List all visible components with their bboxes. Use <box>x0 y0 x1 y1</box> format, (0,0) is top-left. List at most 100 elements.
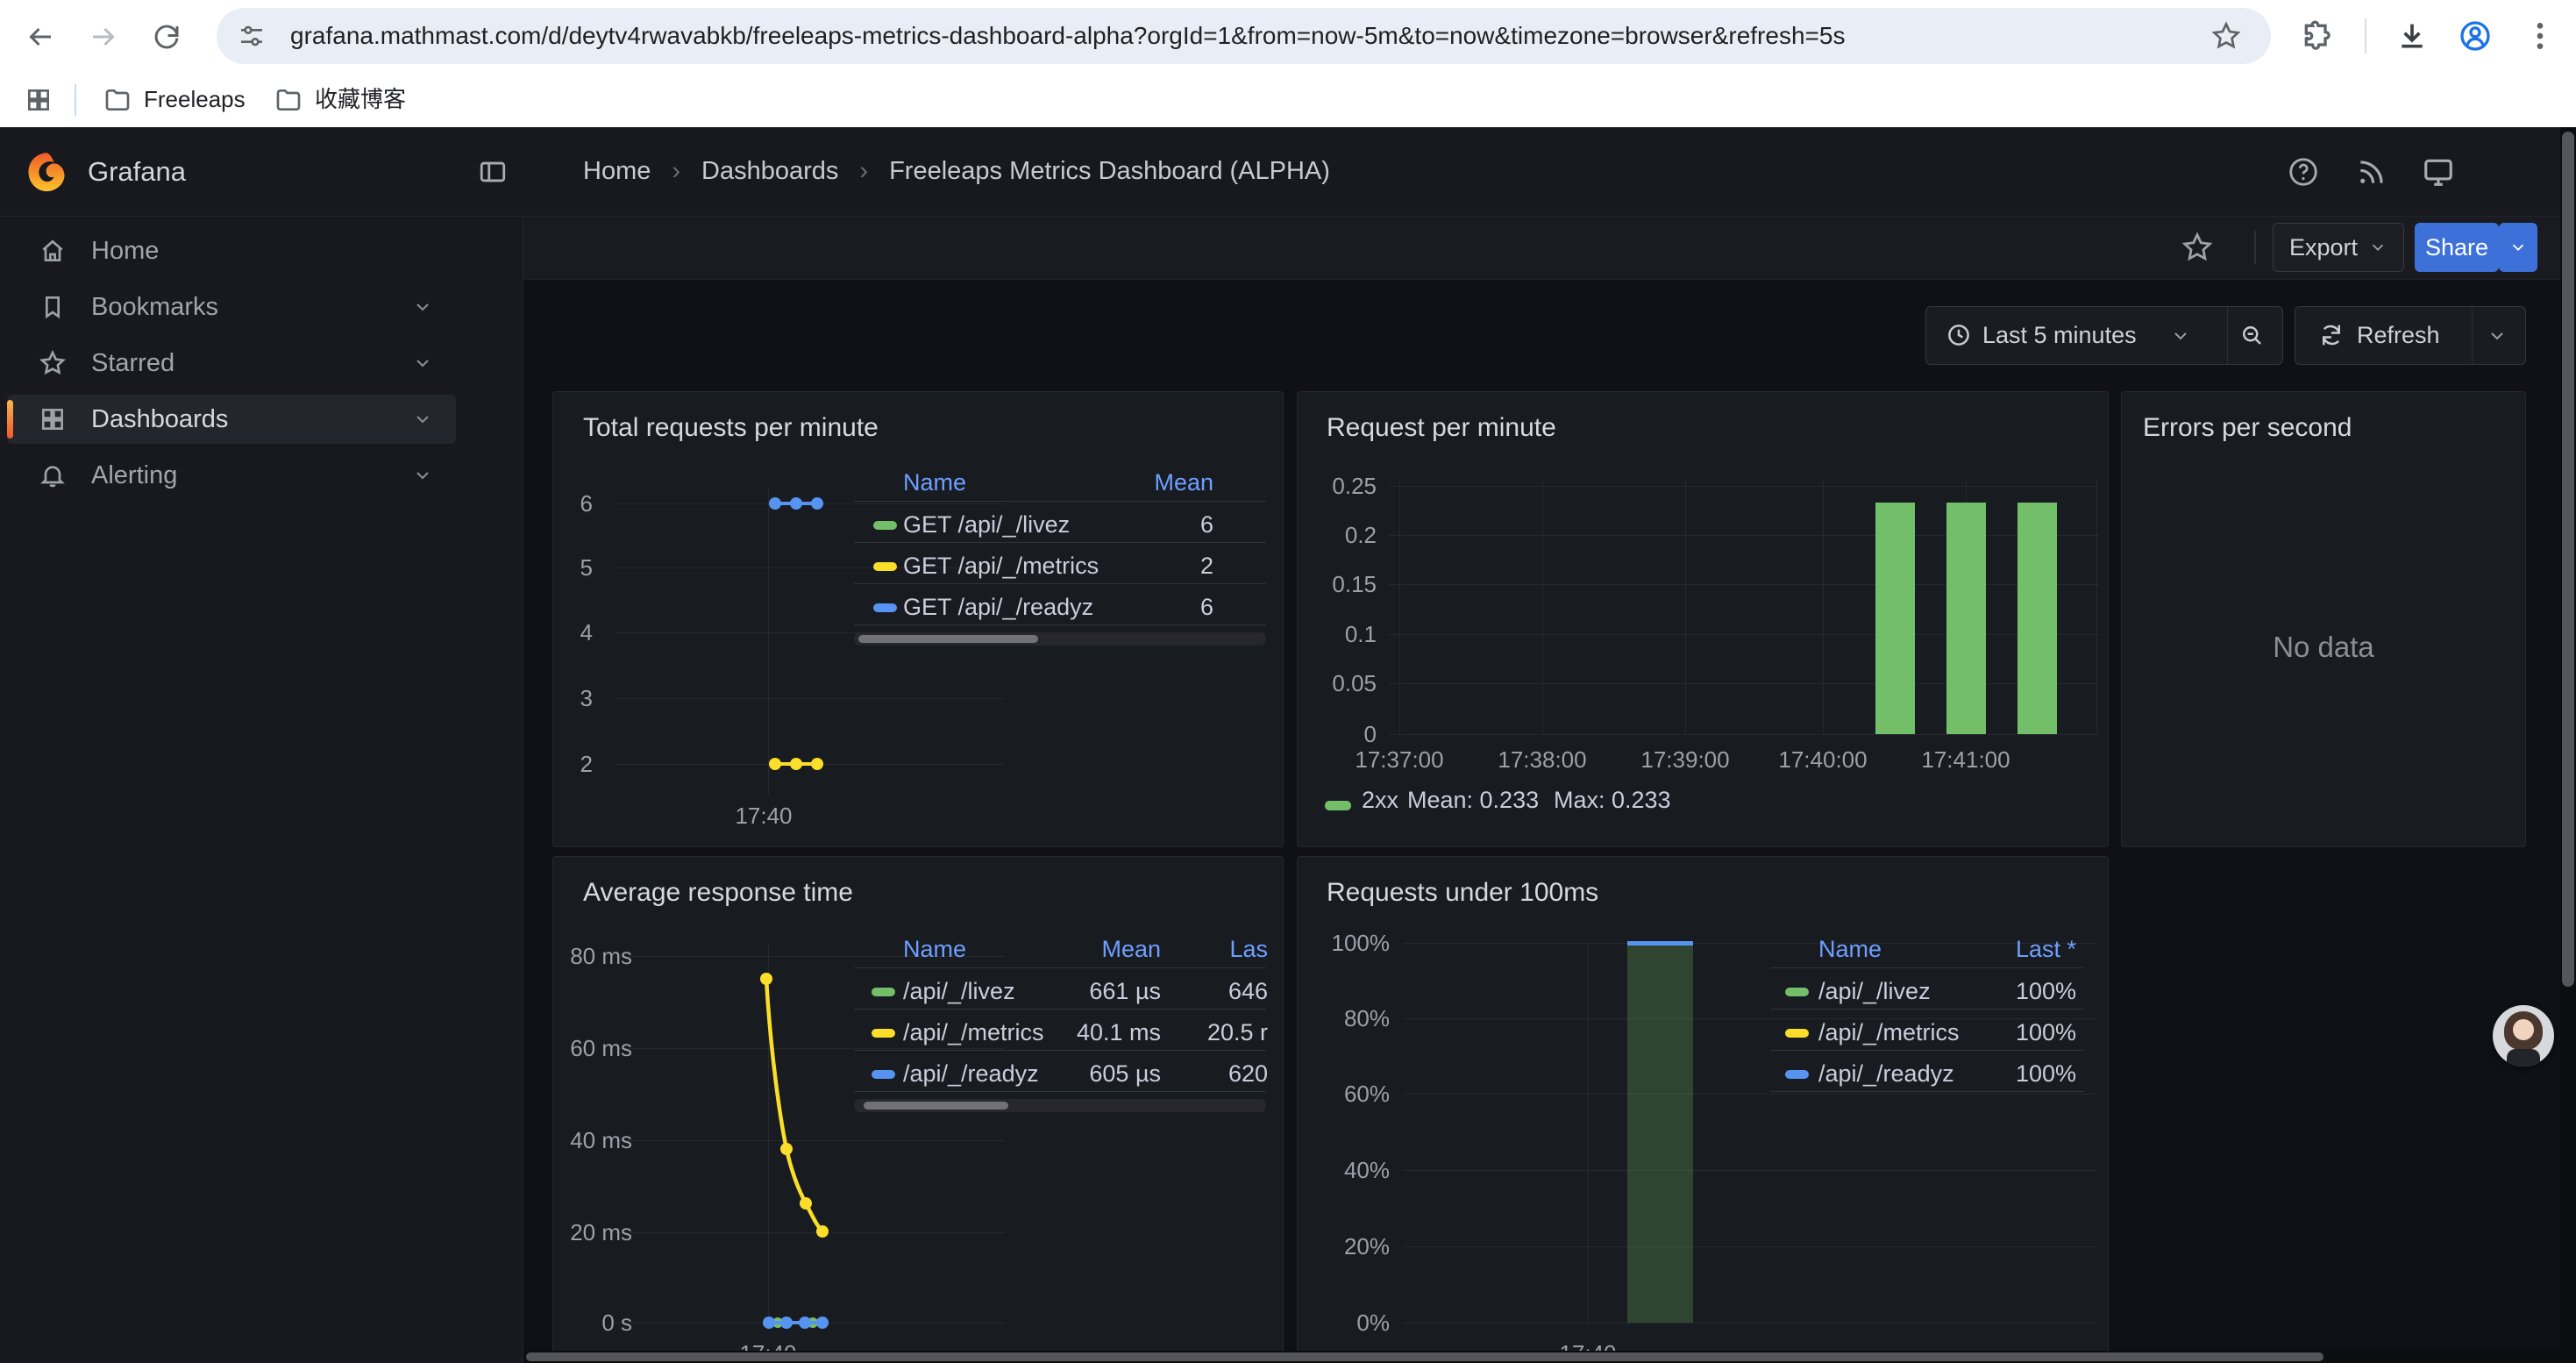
news-rss-icon[interactable] <box>2355 155 2388 189</box>
chevron-down-icon[interactable] <box>412 296 433 318</box>
chevron-down-icon[interactable] <box>412 353 433 374</box>
share-menu-button[interactable] <box>2499 223 2537 272</box>
group-divider <box>2472 307 2473 364</box>
legend-header-name[interactable]: Name <box>1818 938 1882 961</box>
share-button[interactable]: Share <box>2415 223 2499 272</box>
grafana-logo-icon[interactable] <box>25 150 68 194</box>
legend-name[interactable]: 2xx <box>1362 789 1398 812</box>
y-tick: 0.05 <box>1298 672 1377 695</box>
bookmark-folder-freeleaps[interactable]: Freeleaps <box>103 72 246 127</box>
legend-name[interactable]: GET /api/_/metrics <box>903 554 1099 578</box>
x-tick: 17:40 <box>724 804 803 827</box>
x-tick: 17:40:00 <box>1761 748 1884 771</box>
sidebar-item-bookmarks[interactable]: Bookmarks <box>7 282 456 332</box>
y-tick: 60% <box>1298 1082 1390 1105</box>
horizontal-scrollbar-thumb[interactable] <box>526 1352 2323 1361</box>
legend-header-mean[interactable]: Mean <box>1044 938 1161 961</box>
apps-grid-icon[interactable] <box>25 86 53 114</box>
zoom-out-icon[interactable] <box>2238 322 2265 348</box>
legend-mean-value: 605 µs <box>1044 1062 1161 1086</box>
legend-name[interactable]: /api/_/metrics <box>1818 1021 1960 1045</box>
legend-scrollbar-thumb[interactable] <box>864 1102 1008 1110</box>
chevron-down-icon[interactable] <box>2487 325 2508 346</box>
panel-title[interactable]: Requests under 100ms <box>1327 878 1598 908</box>
legend-header-name[interactable]: Name <box>903 938 966 961</box>
legend-scrollbar[interactable] <box>854 1099 1266 1112</box>
bookmark-folder-blogs[interactable]: 收藏博客 <box>274 72 406 127</box>
legend-name[interactable]: GET /api/_/livez <box>903 513 1070 537</box>
legend-header-name[interactable]: Name <box>903 471 966 495</box>
legend-scrollbar-thumb[interactable] <box>858 635 1038 643</box>
gridline <box>1389 683 2099 684</box>
legend-header-mean[interactable]: Mean <box>1106 471 1213 495</box>
panel-requests-under-100ms[interactable]: Requests under 100ms 100% 80% 60% 40% 20… <box>1297 856 2109 1363</box>
panel-request-per-minute[interactable]: Request per minute 0.25 0.2 0.15 0.1 0.0… <box>1297 391 2109 847</box>
gridline <box>1403 1323 2096 1324</box>
breadcrumb-separator: › <box>672 157 680 186</box>
browser-menu-icon[interactable] <box>2523 18 2558 54</box>
vertical-scrollbar-thumb[interactable] <box>2562 132 2574 987</box>
legend-name[interactable]: /api/_/livez <box>1818 980 1931 1003</box>
data-point <box>811 497 823 510</box>
chevron-down-icon[interactable] <box>2170 325 2191 346</box>
breadcrumb-dashboards[interactable]: Dashboards <box>701 157 838 186</box>
help-icon[interactable] <box>2287 155 2320 189</box>
x-tick: 17:37:00 <box>1338 748 1461 771</box>
breadcrumb: Home › Dashboards › Freeleaps Metrics Da… <box>583 127 1330 216</box>
site-settings-icon[interactable] <box>238 22 266 50</box>
y-tick: 4 <box>553 621 593 644</box>
gridline <box>1389 734 2099 735</box>
gridline <box>1685 479 1686 734</box>
legend-divider <box>1770 1050 2084 1051</box>
refresh-icon[interactable] <box>2318 322 2345 348</box>
reload-icon[interactable] <box>151 21 182 53</box>
series-color-pill <box>872 988 895 996</box>
favorite-star-icon[interactable] <box>2181 231 2214 264</box>
legend-last-value: 620 <box>1176 1062 1268 1086</box>
floating-assistant-avatar[interactable] <box>2493 1005 2554 1067</box>
legend-scrollbar[interactable] <box>854 632 1266 646</box>
panel-total-requests[interactable]: Total requests per minute 6 5 4 3 2 17:4… <box>552 391 1284 847</box>
export-button[interactable]: Export <box>2273 223 2404 272</box>
legend-value: 100% <box>1964 1021 2076 1045</box>
bookmark-star-icon[interactable] <box>2210 20 2242 52</box>
collapse-sidebar-icon[interactable] <box>478 157 508 187</box>
breadcrumb-home[interactable]: Home <box>583 157 651 186</box>
brand-label[interactable]: Grafana <box>88 156 186 188</box>
url-bar[interactable]: grafana.mathmast.com/d/deytv4rwavabkb/fr… <box>217 8 2271 64</box>
panel-title[interactable]: Errors per second <box>2143 413 2352 443</box>
legend-name[interactable]: /api/_/livez <box>903 980 1015 1003</box>
refresh-label[interactable]: Refresh <box>2357 322 2440 349</box>
legend-divider <box>1770 967 2084 968</box>
download-icon[interactable] <box>2395 18 2430 54</box>
chevron-down-icon[interactable] <box>412 465 433 486</box>
back-icon[interactable] <box>25 21 56 53</box>
panel-title[interactable]: Request per minute <box>1327 413 1556 443</box>
panel-errors-per-second[interactable]: Errors per second No data <box>2121 391 2526 847</box>
extensions-icon[interactable] <box>2299 18 2334 54</box>
monitor-icon[interactable] <box>2422 155 2455 189</box>
forward-icon[interactable] <box>88 21 119 53</box>
url-text[interactable]: grafana.mathmast.com/d/deytv4rwavabkb/fr… <box>290 8 1845 64</box>
legend-divider <box>854 501 1266 502</box>
sidebar-item-dashboards[interactable]: Dashboards <box>7 395 456 444</box>
legend-mean-value: 661 µs <box>1044 980 1161 1003</box>
legend-header-last[interactable]: Las <box>1193 938 1268 961</box>
legend-name[interactable]: /api/_/readyz <box>903 1062 1039 1086</box>
chevron-down-icon[interactable] <box>412 409 433 430</box>
profile-icon[interactable] <box>2458 18 2493 54</box>
panel-avg-response-time[interactable]: Average response time 80 ms 60 ms 40 ms … <box>552 856 1284 1363</box>
data-point <box>769 758 781 770</box>
sidebar-item-alerting[interactable]: Alerting <box>7 451 456 500</box>
legend-name[interactable]: /api/_/metrics <box>903 1021 1044 1045</box>
legend-name[interactable]: /api/_/readyz <box>1818 1062 1954 1086</box>
panel-title[interactable]: Total requests per minute <box>583 413 879 443</box>
legend-header-last[interactable]: Last * <box>1964 938 2076 961</box>
bell-icon <box>39 461 67 489</box>
sidebar-item-starred[interactable]: Starred <box>7 339 456 388</box>
breadcrumb-current: Freeleaps Metrics Dashboard (ALPHA) <box>889 157 1330 186</box>
bar-2xx <box>1875 503 1915 734</box>
time-range-label[interactable]: Last 5 minutes <box>1982 322 2137 349</box>
sidebar-item-home[interactable]: Home <box>7 226 456 275</box>
legend-name[interactable]: GET /api/_/readyz <box>903 596 1093 619</box>
